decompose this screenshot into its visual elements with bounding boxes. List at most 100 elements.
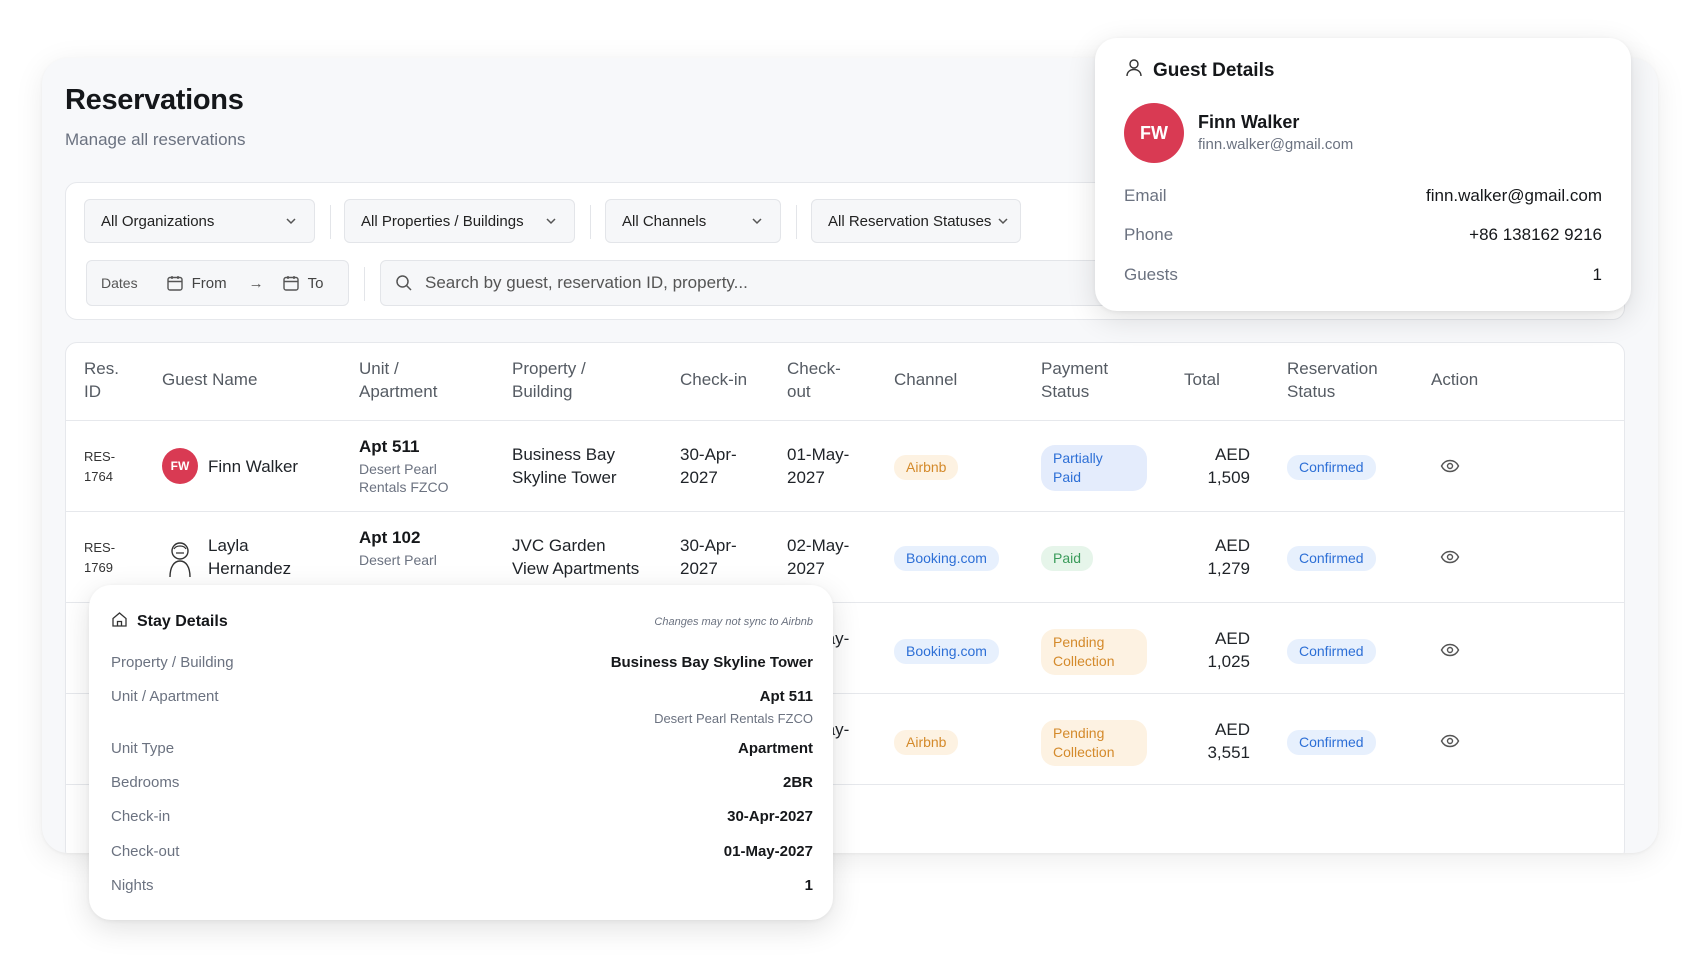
checkin-value: 30-Apr-2027: [727, 808, 813, 825]
check-in-cell: 30-Apr- 2027: [680, 445, 737, 487]
unit-type-value: Apartment: [737, 740, 813, 757]
guest-name[interactable]: Layla Hernandez: [208, 534, 291, 580]
header-payment-status: Payment Status: [1041, 359, 1109, 401]
payment-cell: Pending Collection: [1041, 720, 1147, 766]
header-check-in: Check-in: [680, 370, 748, 389]
eye-icon[interactable]: [1440, 733, 1460, 749]
channels-select[interactable]: All Channels: [605, 199, 781, 243]
email-value[interactable]: finn.walker@gmail.com: [1426, 186, 1602, 206]
chevron-down-icon: [752, 218, 762, 225]
payment-cell: Partially Paid: [1041, 445, 1147, 491]
from-label: From: [191, 274, 227, 292]
guests-value: 1: [1592, 265, 1602, 284]
divider: [796, 205, 797, 239]
to-label: To: [307, 274, 324, 292]
unit-type-row: Unit Type Apartment: [111, 740, 813, 757]
channel-badge: Airbnb: [894, 730, 959, 755]
unit-type-label: Unit Type: [111, 740, 175, 757]
guest-count-row: Guests 1: [1124, 265, 1602, 285]
organizations-select[interactable]: All Organizations: [84, 199, 315, 243]
header-total: Total: [1184, 370, 1220, 389]
search-icon: [396, 275, 412, 291]
channel-badge: Airbnb: [894, 455, 959, 480]
channel-badge: Booking.com: [894, 546, 999, 571]
bedrooms-value: 2BR: [782, 774, 813, 791]
unit-value: Apt 511: [759, 688, 813, 705]
payment-badge: Pending Collection: [1041, 720, 1147, 766]
property-label: Property / Building: [111, 654, 234, 671]
chevron-down-icon: [998, 218, 1008, 225]
total-cell: AED 1,025: [1207, 629, 1250, 671]
phone-label: Phone: [1124, 225, 1174, 244]
total-cell: AED 1,509: [1207, 445, 1250, 487]
payment-badge: Paid: [1041, 546, 1094, 571]
status-cell: Confirmed: [1287, 455, 1376, 480]
channel-cell: Airbnb: [894, 730, 959, 755]
bedrooms-row: Bedrooms 2BR: [111, 774, 813, 791]
guest-cell: Layla Hernandez: [162, 534, 291, 580]
unit-name: Apt 102: [359, 528, 421, 547]
search-placeholder: Search by guest, reservation ID, propert…: [425, 273, 748, 292]
page-subtitle: Manage all reservations: [65, 130, 246, 149]
guest-details-card: Guest Details FW Finn Walker finn.walker…: [1095, 38, 1631, 311]
page-title: Reservations: [65, 84, 244, 116]
bedrooms-label: Bedrooms: [111, 774, 180, 791]
date-range-picker[interactable]: Dates From → To: [86, 260, 349, 306]
to-date[interactable]: To: [282, 274, 324, 292]
status-badge: Confirmed: [1287, 546, 1376, 571]
unit-name: Apt 511: [359, 437, 420, 456]
checkout-value: 01-May-2027: [723, 843, 813, 860]
channel-cell: Booking.com: [894, 639, 999, 664]
properties-select-label: All Properties / Buildings: [361, 212, 524, 230]
properties-select[interactable]: All Properties / Buildings: [344, 199, 575, 243]
phone-value[interactable]: +86 138162 9216: [1469, 225, 1602, 245]
organizations-select-label: All Organizations: [101, 212, 215, 230]
stay-details-title: Stay Details: [137, 613, 228, 630]
status-badge: Confirmed: [1287, 455, 1376, 480]
stay-details-card: Stay Details Changes may not sync to Air…: [89, 585, 833, 920]
from-date[interactable]: From: [166, 274, 227, 292]
eye-icon[interactable]: [1440, 642, 1460, 658]
calendar-icon: [166, 276, 183, 291]
eye-icon[interactable]: [1440, 458, 1460, 474]
unit-cell: Apt 102 Desert Pearl: [359, 526, 437, 569]
sync-note: Changes may not sync to Airbnb: [654, 616, 813, 628]
nights-label: Nights: [111, 877, 154, 894]
guest-email-row: Email finn.walker@gmail.com: [1124, 186, 1602, 206]
avatar: FW: [162, 448, 198, 484]
divider: [330, 205, 331, 239]
unit-org: Desert Pearl Rentals FZCO: [654, 711, 813, 726]
checkout-row: Check-out 01-May-2027: [111, 843, 813, 860]
nights-value: 1: [804, 877, 813, 894]
guest-phone-row: Phone +86 138162 9216: [1124, 225, 1602, 245]
divider: [364, 267, 365, 301]
guest-details-title: Guest Details: [1153, 60, 1275, 81]
header-unit: Unit / Apartment: [359, 359, 438, 401]
header-property: Property / Building: [512, 359, 586, 401]
unit-org: Desert Pearl: [359, 552, 437, 568]
unit-row: Unit / Apartment Apt 511: [111, 688, 813, 705]
statuses-select[interactable]: All Reservation Statuses: [811, 199, 1021, 243]
header-check-out: Check-out: [787, 359, 841, 401]
dates-label: Dates: [101, 275, 138, 291]
nights-row: Nights 1: [111, 877, 813, 894]
avatar: FW: [1124, 103, 1184, 163]
guest-name[interactable]: Finn Walker: [208, 455, 298, 478]
email-label: Email: [1124, 186, 1167, 205]
avatar-illustration-icon: [169, 542, 191, 577]
property-value: Business Bay Skyline Tower: [610, 654, 813, 671]
property-cell: JVC Garden View Apartments: [512, 536, 640, 578]
status-badge: Confirmed: [1287, 730, 1376, 755]
arrow-right-icon: →: [248, 274, 264, 292]
channel-badge: Booking.com: [894, 639, 999, 664]
payment-cell: Paid: [1041, 546, 1094, 571]
check-in-cell: 30-Apr- 2027: [680, 536, 737, 578]
payment-badge: Partially Paid: [1041, 445, 1147, 491]
eye-icon[interactable]: [1440, 549, 1460, 565]
channel-cell: Booking.com: [894, 546, 999, 571]
unit-label: Unit / Apartment: [111, 688, 219, 705]
table-row[interactable]: RES- 1764 FW Finn Walker Apt 511 Desert P…: [66, 421, 1624, 512]
check-out-cell: 01-May-2027: [787, 445, 850, 487]
unit-org: Desert Pearl: [359, 461, 437, 477]
guest-name: Finn Walker: [1198, 112, 1300, 132]
